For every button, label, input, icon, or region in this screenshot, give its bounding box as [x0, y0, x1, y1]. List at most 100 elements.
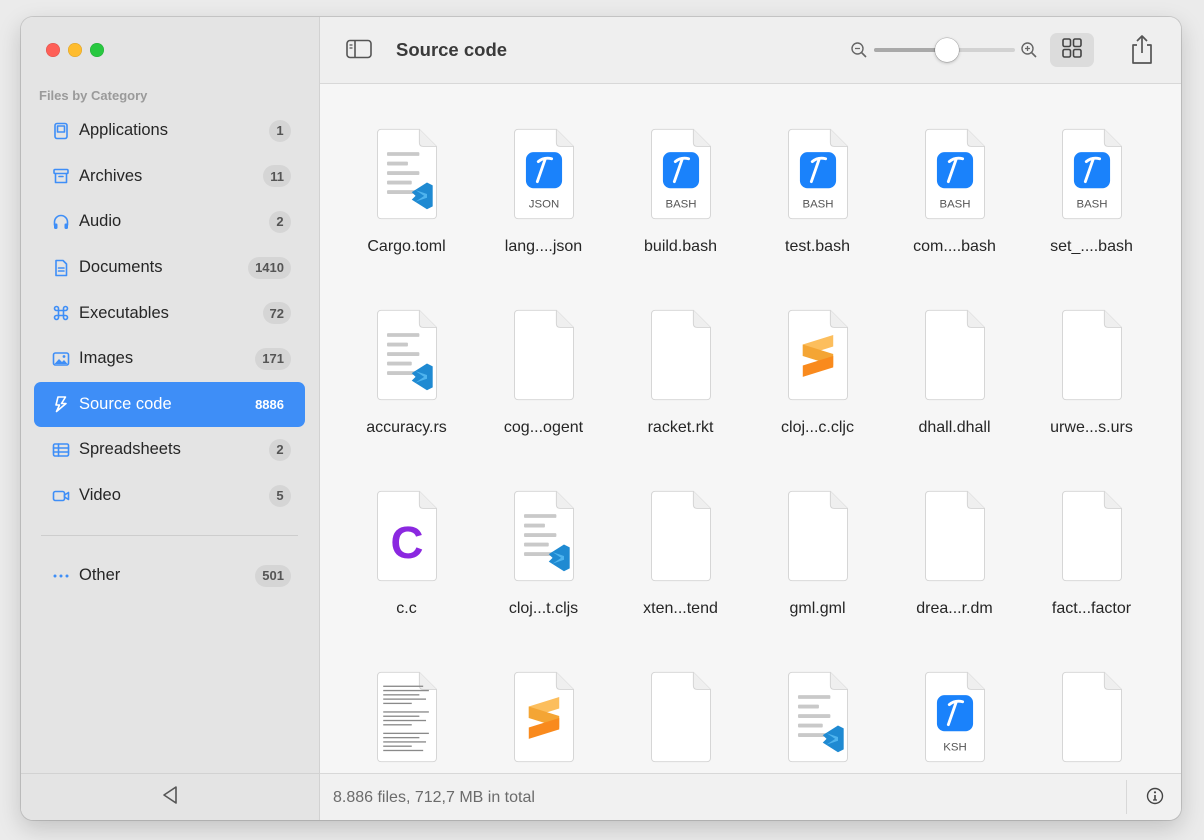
document-icon — [50, 257, 72, 279]
zoom-in-icon[interactable] — [1020, 41, 1038, 64]
sidebar-item-count: 171 — [255, 347, 291, 370]
blank-file-icon — [642, 667, 720, 767]
sidebar-item-label: Other — [79, 566, 121, 585]
zoom-slider-knob[interactable] — [935, 38, 960, 62]
file-name: build.bash — [644, 238, 717, 255]
file-item[interactable]: Cargo.toml — [338, 124, 475, 284]
file-name: accuracy.rs — [366, 419, 447, 436]
file-item[interactable]: Cc.c — [338, 486, 475, 646]
file-item[interactable] — [338, 667, 475, 773]
vscode-doc-file-icon — [368, 124, 446, 224]
sidebar: Files by Category Applications 1 Archives 1… — [21, 17, 320, 820]
share-icon[interactable] — [1128, 34, 1156, 71]
file-item[interactable]: BASH com....bash — [886, 124, 1023, 284]
sidebar-item-count: 501 — [255, 564, 291, 587]
minimize-window-button[interactable] — [68, 43, 82, 57]
blank-file-icon — [642, 486, 720, 586]
sidebar-item-documents[interactable]: Documents 1410 — [34, 245, 305, 291]
sidebar-item-label: Spreadsheets — [79, 440, 181, 459]
video-icon — [50, 485, 72, 507]
file-item[interactable]: BASH build.bash — [612, 124, 749, 284]
file-item[interactable]: urwe...s.urs — [1023, 305, 1160, 465]
blank-file-icon — [779, 486, 857, 586]
command-icon — [50, 302, 72, 324]
info-icon[interactable] — [1146, 787, 1164, 810]
file-name: lang....json — [504, 238, 583, 255]
zoom-slider[interactable] — [874, 38, 1015, 62]
sidebar-item-label: Audio — [79, 212, 122, 231]
toggle-sidebar-icon[interactable] — [346, 39, 372, 59]
file-item[interactable]: KSH — [886, 667, 1023, 773]
file-name: drea...r.dm — [916, 600, 993, 617]
grid-view-icon — [1061, 37, 1083, 64]
file-item[interactable]: dhall.dhall — [886, 305, 1023, 465]
other-category: Other 501 — [34, 553, 305, 599]
archive-icon — [50, 165, 72, 187]
zoom-out-icon[interactable] — [850, 41, 868, 64]
sidebar-item-label: Applications — [79, 121, 168, 140]
sidebar-item-source-code[interactable]: Source code 8886 — [34, 381, 305, 428]
xcode-file-icon: BASH — [779, 124, 857, 224]
blank-file-icon — [916, 305, 994, 405]
sidebar-item-count: 1410 — [248, 256, 291, 279]
sidebar-item-applications[interactable]: Applications 1 — [34, 108, 305, 154]
file-item[interactable] — [1023, 667, 1160, 773]
svg-text:BASH: BASH — [939, 198, 970, 210]
sidebar-item-label: Archives — [79, 166, 143, 185]
file-item[interactable]: JSON lang....json — [475, 124, 612, 284]
ellipsis-icon — [50, 565, 72, 587]
file-item[interactable]: xten...tend — [612, 486, 749, 646]
zoom-window-button[interactable] — [90, 43, 104, 57]
file-item[interactable]: BASH set_....bash — [1023, 124, 1160, 284]
file-item[interactable]: cloj...t.cljs — [475, 486, 612, 646]
file-item[interactable]: cog...ogent — [475, 305, 612, 465]
file-item[interactable] — [749, 667, 886, 773]
sidebar-item-other[interactable]: Other 501 — [34, 553, 305, 599]
sidebar-item-count: 5 — [269, 484, 291, 507]
sidebar-item-label: Executables — [79, 303, 169, 322]
xcode-file-icon: JSON — [505, 124, 583, 224]
svg-text:C: C — [391, 517, 424, 568]
file-name: urwe...s.urs — [1050, 419, 1133, 436]
file-name: dhall.dhall — [918, 419, 991, 436]
file-item[interactable]: racket.rkt — [612, 305, 749, 465]
sublime-file-icon — [779, 305, 857, 405]
sidebar-item-video[interactable]: Video 5 — [34, 473, 305, 519]
category-list: Applications 1 Archives 11 Audio 2 Documents 14… — [34, 108, 305, 518]
file-item[interactable]: cloj...c.cljc — [749, 305, 886, 465]
vscode-doc-file-icon — [368, 305, 446, 405]
svg-text:BASH: BASH — [665, 198, 696, 210]
file-item[interactable] — [475, 667, 612, 773]
svg-text:JSON: JSON — [529, 198, 559, 210]
file-name: cog...ogent — [503, 419, 584, 436]
file-browser-content: Cargo.toml JSON lang....json BASH build.bash… — [320, 84, 1181, 773]
sidebar-item-archives[interactable]: Archives 11 — [34, 154, 305, 200]
file-item[interactable]: accuracy.rs — [338, 305, 475, 465]
back-triangle-icon[interactable] — [160, 785, 180, 810]
svg-text:BASH: BASH — [802, 198, 833, 210]
sidebar-item-label: Source code — [79, 394, 172, 413]
sidebar-divider — [41, 535, 298, 536]
sidebar-item-executables[interactable]: Executables 72 — [34, 290, 305, 336]
file-item[interactable]: drea...r.dm — [886, 486, 1023, 646]
sidebar-item-count: 11 — [263, 165, 291, 188]
sidebar-item-images[interactable]: Images 171 — [34, 336, 305, 382]
grid-view-button[interactable] — [1050, 33, 1094, 67]
status-separator — [1126, 780, 1127, 814]
file-name: set_....bash — [1050, 238, 1133, 255]
close-window-button[interactable] — [46, 43, 60, 57]
file-name: fact...factor — [1051, 600, 1132, 617]
file-item[interactable] — [612, 667, 749, 773]
xcode-file-icon: KSH — [916, 667, 994, 767]
file-item[interactable]: fact...factor — [1023, 486, 1160, 646]
file-name: test.bash — [785, 238, 850, 255]
svg-text:KSH: KSH — [943, 741, 966, 753]
window-controls — [46, 43, 104, 57]
sidebar-footer — [21, 773, 319, 820]
sidebar-item-spreadsheets[interactable]: Spreadsheets 2 — [34, 427, 305, 473]
file-item[interactable]: BASH test.bash — [749, 124, 886, 284]
blank-file-icon — [1053, 305, 1131, 405]
file-name: racket.rkt — [647, 419, 714, 436]
sidebar-item-audio[interactable]: Audio 2 — [34, 199, 305, 245]
file-item[interactable]: gml.gml — [749, 486, 886, 646]
